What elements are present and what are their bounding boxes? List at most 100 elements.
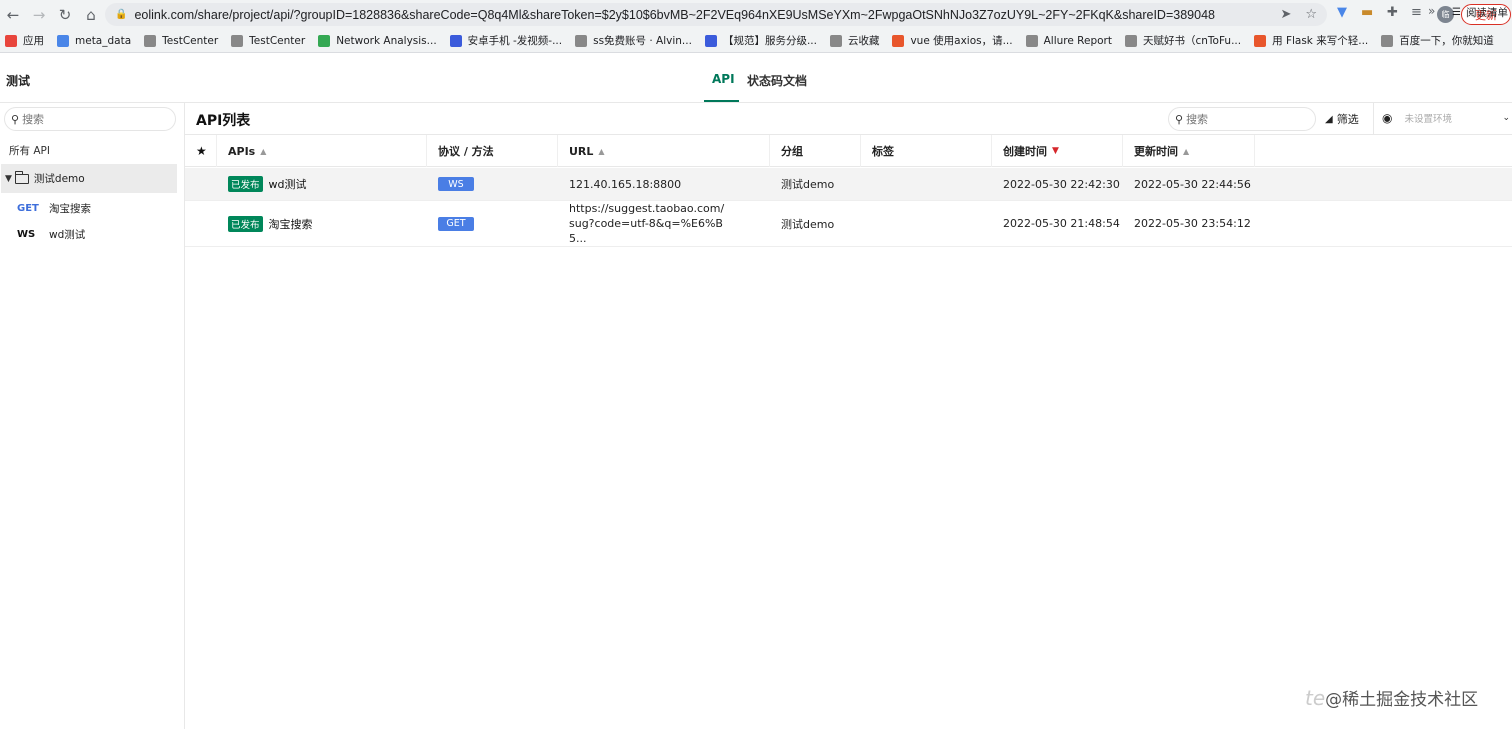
star-column-icon[interactable]: ★ xyxy=(185,135,217,167)
bookmarks-bar: 应用 meta_data TestCenter TestCenter Network A… xyxy=(0,29,1512,53)
reading-list[interactable]: ☰ 阅读清单 xyxy=(1452,5,1508,20)
column-label: 分组 xyxy=(781,145,803,158)
sidebar-api-name: 淘宝搜索 xyxy=(49,203,91,215)
search-icon: ⚲ xyxy=(11,112,20,126)
sidebar-api-method: GET xyxy=(17,203,39,214)
reload-icon[interactable]: ↻ xyxy=(52,2,78,28)
bookmark-favicon-icon xyxy=(57,34,69,47)
group-cell: 测试demo xyxy=(781,217,835,231)
bookmark-label: 【规范】服务分级... xyxy=(722,35,817,47)
sidebar-group-label: 测试demo xyxy=(33,173,85,185)
forward-icon[interactable]: → xyxy=(26,2,52,28)
bookmark-label: 应用 xyxy=(23,35,44,47)
filter-extension-icon[interactable]: ▼ xyxy=(1337,5,1347,20)
bookmark-item[interactable]: 应用 xyxy=(5,33,44,48)
column-created[interactable]: 创建时间 ▼ xyxy=(992,135,1123,167)
api-cell[interactable]: 已发布 wd测试 xyxy=(217,168,307,200)
bookmark-label: 百度一下，你就知道 xyxy=(1399,35,1494,47)
url-text: https://suggest.taobao.com/sug?code=utf-… xyxy=(569,202,725,245)
bookmark-item[interactable]: meta_data xyxy=(57,34,131,47)
folder-icon xyxy=(14,170,29,184)
column-group: 分组 xyxy=(770,135,861,167)
main-header: API列表 ⚲ ◢ 筛选 ◉ 未设置环境 ⌄ xyxy=(185,103,1512,135)
bookmark-label: TestCenter xyxy=(162,34,219,47)
bookmark-item[interactable]: 天赋好书（cnToFu... xyxy=(1124,33,1242,48)
sort-up-icon[interactable]: ▲ xyxy=(598,147,604,156)
address-bar[interactable]: 🔒 eolink.com/share/project/api/?groupID=… xyxy=(105,3,1327,26)
bookmark-item[interactable]: 百度一下，你就知道 xyxy=(1381,33,1494,48)
bookmark-label: 天赋好书（cnToFu... xyxy=(1142,35,1242,47)
column-apis[interactable]: APIs ▲ xyxy=(217,135,427,167)
column-label: 协议 / 方法 xyxy=(438,145,494,158)
updated-cell: 2022-05-30 22:44:56 xyxy=(1134,177,1251,191)
eye-icon[interactable]: ◉ xyxy=(1382,111,1392,125)
bookmark-favicon-icon xyxy=(144,34,157,47)
table-row[interactable]: 已发布 淘宝搜索 GET https://suggest.taobao.com/… xyxy=(185,201,1512,247)
watermark-faint-text: te xyxy=(1305,686,1326,710)
bookmark-item[interactable]: TestCenter xyxy=(231,34,305,47)
puzzle-icon[interactable]: ✚ xyxy=(1387,5,1398,20)
browser-toolbar: ← → ↻ ⌂ 🔒 eolink.com/share/project/api/?… xyxy=(0,0,1512,29)
sidebar-search-input[interactable] xyxy=(22,112,163,126)
bookmark-item[interactable]: 安卓手机 -发视频-... xyxy=(449,33,563,48)
bookmark-star-icon[interactable]: ☆ xyxy=(1305,7,1317,22)
bookmark-favicon-icon xyxy=(892,34,905,47)
column-updated[interactable]: 更新时间 ▲ xyxy=(1123,135,1255,167)
reading-list-icon: ☰ xyxy=(1452,7,1461,18)
chevron-down-icon[interactable]: ▼ xyxy=(5,174,12,184)
bookmark-favicon-icon xyxy=(449,34,462,47)
bookmarks-more-icon[interactable]: » xyxy=(1428,4,1435,18)
bookmark-item[interactable]: Allure Report xyxy=(1025,34,1112,47)
main-panel: API列表 ⚲ ◢ 筛选 ◉ 未设置环境 ⌄ ★ APIs ▲ 协议 / 方法 U… xyxy=(185,103,1512,729)
sidebar: ⚲ 所有 API ▼ 测试demo GET 淘宝搜索 WS wd测试 xyxy=(0,103,185,729)
lock-icon: 🔒 xyxy=(115,9,128,20)
sort-up-icon[interactable]: ▲ xyxy=(260,147,266,156)
send-icon[interactable]: ➤ xyxy=(1280,7,1291,22)
tab-api[interactable]: API xyxy=(712,72,735,86)
bookmark-item[interactable]: Network Analysis... xyxy=(318,34,437,47)
home-icon[interactable]: ⌂ xyxy=(78,2,104,28)
api-name[interactable]: 淘宝搜索 xyxy=(269,216,313,232)
table-row[interactable]: 已发布 wd测试 WS 121.40.165.18:8800 测试demo 20… xyxy=(185,168,1512,201)
sidebar-api-item[interactable]: GET 淘宝搜索 xyxy=(17,201,91,216)
url-cell: https://suggest.taobao.com/sug?code=utf-… xyxy=(558,201,729,246)
sort-down-icon[interactable]: ▼ xyxy=(1052,146,1059,156)
sidebar-group[interactable]: ▼ 测试demo xyxy=(1,164,177,193)
api-search[interactable]: ⚲ xyxy=(1168,107,1316,131)
environment-select[interactable]: ◉ 未设置环境 ⌄ xyxy=(1382,111,1512,125)
column-url[interactable]: URL ▲ xyxy=(558,135,770,167)
created-cell: 2022-05-30 21:48:54 xyxy=(1003,217,1120,230)
bookmark-favicon-icon xyxy=(1025,34,1038,47)
sidebar-search[interactable]: ⚲ xyxy=(4,107,176,131)
sidebar-api-item[interactable]: WS wd测试 xyxy=(17,227,85,242)
method-cell: WS xyxy=(427,168,474,200)
url-text: 121.40.165.18:8800 xyxy=(569,177,682,191)
tags-cell xyxy=(861,201,872,246)
bookmark-favicon-icon xyxy=(318,34,331,47)
filter-label: 筛选 xyxy=(1336,113,1359,126)
api-name[interactable]: wd测试 xyxy=(269,176,307,192)
extension-icon[interactable]: ▬ xyxy=(1361,5,1373,20)
api-cell[interactable]: 已发布 淘宝搜索 xyxy=(217,201,313,246)
bookmark-item[interactable]: TestCenter xyxy=(144,34,219,47)
bookmark-item[interactable]: vue 使用axios，请... xyxy=(892,33,1013,48)
media-icon[interactable]: ≡ xyxy=(1411,5,1422,20)
api-search-input[interactable] xyxy=(1186,112,1307,126)
column-label: 更新时间 xyxy=(1134,145,1178,158)
bookmark-item[interactable]: 【规范】服务分级... xyxy=(704,33,817,48)
bookmark-label: 用 Flask 来写个轻... xyxy=(1272,35,1369,47)
bookmark-item[interactable]: ss免费账号 · Alvin... xyxy=(575,33,692,48)
bookmark-item[interactable]: 用 Flask 来写个轻... xyxy=(1254,33,1368,48)
bookmark-favicon-icon xyxy=(231,34,244,47)
back-icon[interactable]: ← xyxy=(0,2,26,28)
column-method: 协议 / 方法 xyxy=(427,135,558,167)
sort-up-icon[interactable]: ▲ xyxy=(1183,147,1189,156)
method-badge: WS xyxy=(438,177,474,191)
tab-status-code-docs[interactable]: 状态码文档 xyxy=(747,72,807,89)
bookmark-item[interactable]: 云收藏 xyxy=(829,33,879,48)
bookmark-label: 安卓手机 -发视频-... xyxy=(467,35,563,47)
sidebar-item-all-api[interactable]: 所有 API xyxy=(9,143,50,158)
address-url[interactable]: eolink.com/share/project/api/?groupID=18… xyxy=(134,8,1280,22)
filter-button[interactable]: ◢ 筛选 xyxy=(1325,111,1359,127)
column-label: URL xyxy=(569,144,594,158)
